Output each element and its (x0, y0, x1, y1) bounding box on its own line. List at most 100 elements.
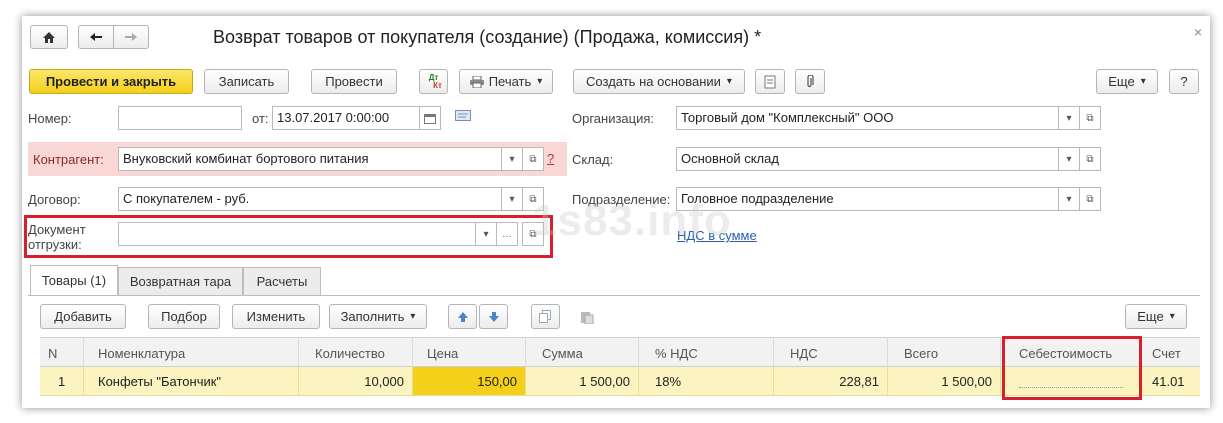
paste-icon (580, 311, 593, 324)
cell-sum[interactable]: 1 500,00 (526, 367, 639, 395)
chevron-down-icon: ▾ (1066, 153, 1072, 165)
col-header-price[interactable]: Цена (413, 338, 526, 368)
more-label: Еще (1108, 74, 1135, 89)
chevron-down-icon: ▾ (1066, 193, 1072, 205)
warehouse-open-button[interactable]: ⧉ (1079, 147, 1101, 171)
home-icon (43, 31, 55, 43)
fill-button[interactable]: Заполнить (329, 304, 427, 329)
move-down-button[interactable] (479, 304, 508, 329)
warehouse-label: Склад: (572, 152, 614, 167)
calendar-icon (424, 113, 436, 124)
date-label: от: (252, 111, 269, 126)
add-button[interactable]: Добавить (40, 304, 126, 329)
arrow-up-icon (457, 311, 468, 322)
kt-label: Кт (433, 80, 442, 90)
col-header-nomenclature[interactable]: Номенклатура (84, 338, 299, 368)
cell-quantity[interactable]: 10,000 (299, 367, 413, 395)
print-button[interactable]: Печать (459, 69, 553, 94)
department-dropdown[interactable]: ▾ (1058, 187, 1080, 211)
col-header-vat-rate[interactable]: % НДС (639, 338, 774, 368)
post-button[interactable]: Провести (311, 69, 397, 94)
open-icon: ⧉ (1086, 112, 1094, 124)
back-button[interactable] (78, 25, 114, 49)
chevron-down-icon: ▾ (509, 193, 515, 205)
chevron-down-icon: ▾ (1066, 112, 1072, 124)
contractor-dropdown[interactable]: ▾ (501, 147, 523, 171)
tab-settlements[interactable]: Расчеты (243, 267, 321, 295)
date-field[interactable]: 13.07.2017 0:00:00 (272, 106, 420, 130)
report-button[interactable] (755, 69, 785, 94)
more-button[interactable]: Еще (1096, 69, 1158, 94)
forward-button[interactable] (113, 25, 149, 49)
watermark-text: 1s83.info (532, 196, 732, 245)
contractor-help-icon[interactable]: ? (547, 151, 554, 166)
organization-label: Организация: (572, 111, 655, 126)
edit-button[interactable]: Изменить (232, 304, 320, 329)
table-more-label: Еще (1137, 309, 1164, 324)
calendar-button[interactable] (419, 106, 441, 130)
copy-row-button[interactable] (531, 304, 560, 329)
open-icon: ⧉ (529, 153, 537, 165)
cell-vat-rate[interactable]: 18% (639, 367, 774, 395)
contractor-field[interactable]: Внуковский комбинат бортового питания (118, 147, 502, 171)
col-header-account[interactable]: Счет (1142, 338, 1200, 368)
comment-icon[interactable] (455, 110, 471, 125)
window-title: Возврат товаров от покупателя (создание)… (213, 27, 762, 47)
organization-open-button[interactable]: ⧉ (1079, 106, 1101, 130)
organization-field[interactable]: Торговый дом "Комплексный" ООО (676, 106, 1059, 130)
dt-kt-button[interactable]: Дт Кт (419, 69, 448, 94)
col-header-quantity[interactable]: Количество (299, 338, 413, 368)
print-label: Печать (488, 74, 532, 89)
number-field[interactable] (118, 106, 242, 130)
tab-returnable-packaging[interactable]: Возвратная тара (118, 267, 243, 295)
cost-column-red-highlight (1002, 336, 1142, 400)
post-and-close-button[interactable]: Провести и закрыть (29, 69, 193, 94)
paste-button[interactable] (572, 304, 601, 329)
help-button[interactable]: ? (1169, 69, 1199, 94)
tabs-baseline (28, 295, 1200, 296)
cell-vat[interactable]: 228,81 (774, 367, 888, 395)
col-header-vat[interactable]: НДС (774, 338, 888, 368)
contract-dropdown[interactable]: ▾ (501, 187, 523, 211)
close-icon[interactable]: × (1194, 24, 1202, 40)
cell-price[interactable]: 150,00 (413, 367, 526, 395)
cell-nomenclature[interactable]: Конфеты "Батончик" (84, 367, 299, 395)
contractor-open-button[interactable]: ⧉ (522, 147, 544, 171)
document-window: Возврат товаров от покупателя (создание)… (22, 16, 1210, 408)
home-button[interactable] (30, 25, 68, 49)
contractor-label: Контрагент: (33, 152, 104, 167)
warehouse-dropdown[interactable]: ▾ (1058, 147, 1080, 171)
contract-label: Договор: (28, 192, 81, 207)
tab-goods[interactable]: Товары (1) (30, 265, 118, 295)
attach-button[interactable] (795, 69, 825, 94)
open-icon: ⧉ (1086, 153, 1094, 165)
col-header-sum[interactable]: Сумма (526, 338, 639, 368)
create-based-on-label: Создать на основании (586, 74, 721, 89)
move-up-button[interactable] (448, 304, 477, 329)
printer-icon (469, 75, 484, 88)
fill-label: Заполнить (340, 309, 405, 324)
cell-n[interactable]: 1 (40, 367, 84, 395)
warehouse-field[interactable]: Основной склад (676, 147, 1059, 171)
document-icon (764, 75, 776, 88)
create-based-on-button[interactable]: Создать на основании (573, 69, 745, 94)
save-button[interactable]: Записать (204, 69, 289, 94)
cell-account[interactable]: 41.01 (1142, 367, 1200, 395)
chevron-down-icon: ▾ (509, 153, 515, 165)
copy-icon (539, 310, 551, 323)
table-more-button[interactable]: Еще (1125, 304, 1187, 329)
arrow-down-icon (488, 311, 499, 322)
organization-dropdown[interactable]: ▾ (1058, 106, 1080, 130)
open-icon: ⧉ (1086, 193, 1094, 205)
number-label: Номер: (28, 111, 72, 126)
pick-button[interactable]: Подбор (148, 304, 220, 329)
arrow-right-icon (125, 33, 137, 41)
col-header-total[interactable]: Всего (888, 338, 1001, 368)
department-open-button[interactable]: ⧉ (1079, 187, 1101, 211)
arrow-left-icon (90, 33, 102, 41)
col-header-n[interactable]: N (40, 338, 84, 368)
paperclip-icon (807, 74, 814, 87)
cell-total[interactable]: 1 500,00 (888, 367, 1001, 395)
department-field[interactable]: Головное подразделение (676, 187, 1059, 211)
contract-field[interactable]: С покупателем - руб. (118, 187, 502, 211)
